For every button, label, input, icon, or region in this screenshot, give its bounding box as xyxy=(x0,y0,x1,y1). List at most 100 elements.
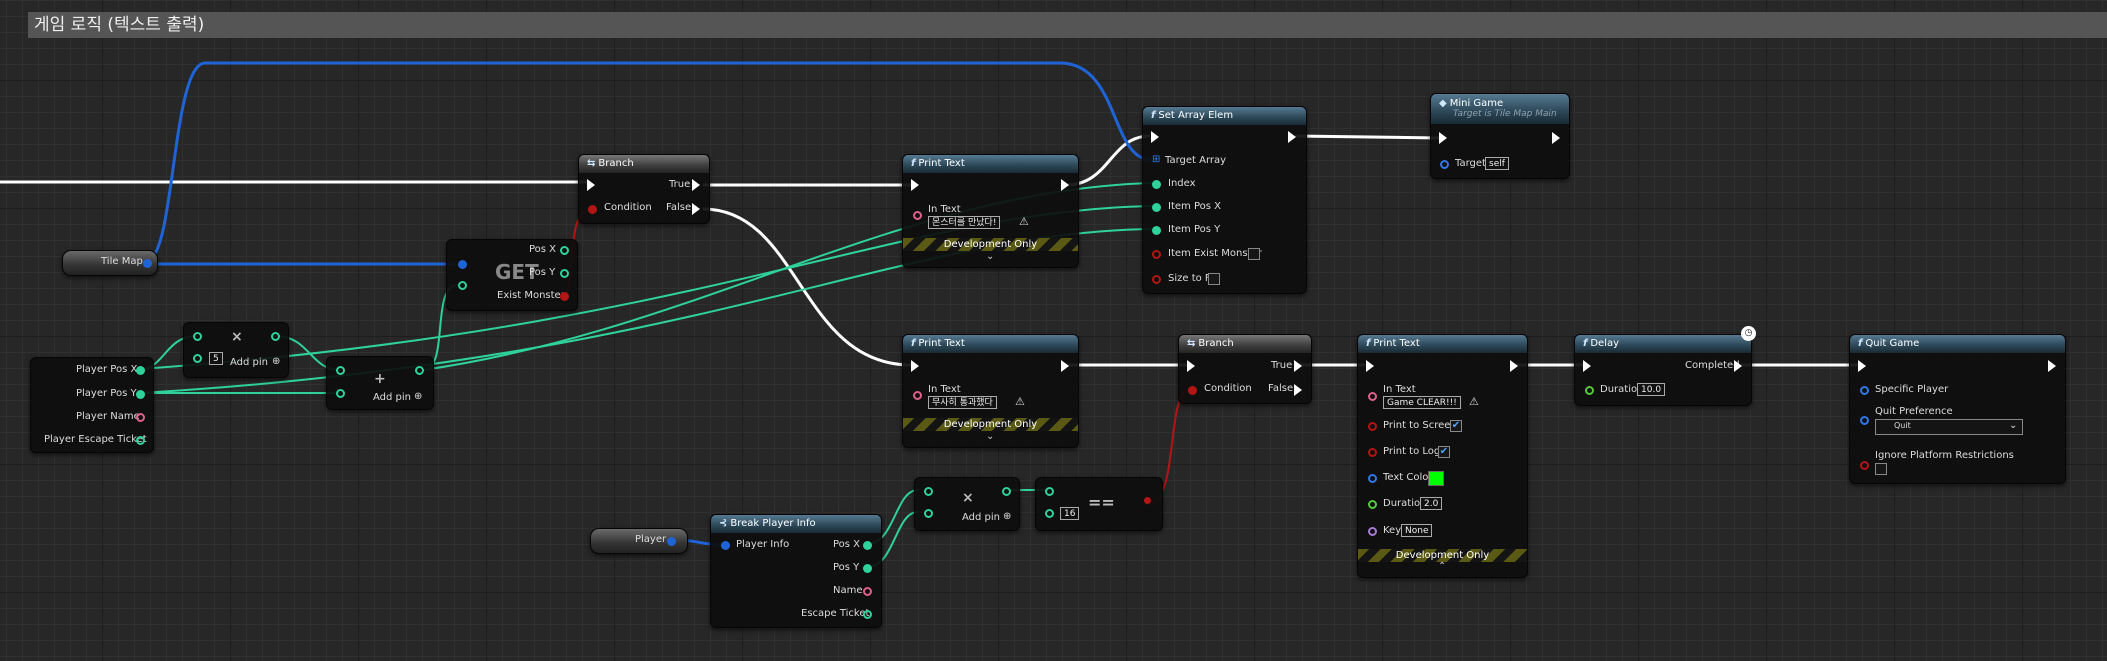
print2-in-text-pin[interactable] xyxy=(913,391,922,400)
equal-input-a-pin[interactable] xyxy=(1045,487,1054,496)
equal-output-pin[interactable] xyxy=(1144,497,1151,504)
break-name-pin[interactable] xyxy=(863,587,872,596)
delay-exec-in-pin[interactable] xyxy=(1583,360,1591,372)
set-array-size-checkbox[interactable] xyxy=(1208,273,1220,285)
quit-player-pin[interactable] xyxy=(1860,386,1869,395)
add-node[interactable]: + Add pin ⊕ xyxy=(326,356,434,410)
player-variable-node[interactable]: Player xyxy=(590,528,688,554)
mini-game-target-pin[interactable] xyxy=(1440,160,1449,169)
tile-map-output-pin[interactable] xyxy=(143,259,152,268)
equal-value-field[interactable]: 16 xyxy=(1060,507,1080,520)
multiply-input-b-pin[interactable] xyxy=(193,354,202,363)
quit-exec-out-pin[interactable] xyxy=(2048,360,2056,372)
add-input-b-pin[interactable] xyxy=(336,389,345,398)
print1-exec-in-pin[interactable] xyxy=(911,179,919,191)
add-output-pin[interactable] xyxy=(415,366,424,375)
break-player-info-pin[interactable] xyxy=(721,541,730,550)
print1-exec-out-pin[interactable] xyxy=(1061,179,1069,191)
print1-in-text-pin[interactable] xyxy=(913,211,922,220)
add-input-a-pin[interactable] xyxy=(336,366,345,375)
print3-screen-checkbox[interactable]: ✔ xyxy=(1450,420,1462,432)
multiply-output-pin[interactable] xyxy=(271,332,280,341)
mini-game-target-field[interactable]: self xyxy=(1485,157,1509,170)
add-add-pin-button[interactable]: Add pin xyxy=(373,392,411,403)
multiply-add-pin-button[interactable]: Add pin xyxy=(230,357,268,368)
set-array-elem-node[interactable]: f Set Array Elem ⊞ Target Array Index Ite… xyxy=(1142,106,1307,294)
player-name-pin[interactable] xyxy=(136,413,145,422)
set-array-index-pin[interactable] xyxy=(1152,180,1161,189)
array-get-node[interactable]: GET Pos X Pos Y Exist Monster xyxy=(446,239,578,311)
break-pos-y-pin[interactable] xyxy=(863,564,872,573)
print-text-node-1[interactable]: f Print Text In Text 몬스터를 만났다! ⚠ Developm… xyxy=(902,154,1079,268)
break-pos-x-pin[interactable] xyxy=(863,541,872,550)
get-array-pin[interactable] xyxy=(458,260,467,269)
branch1-false-pin[interactable] xyxy=(692,203,700,215)
set-array-size-pin[interactable] xyxy=(1152,275,1161,284)
print1-expand-icon[interactable]: ⌄ xyxy=(986,251,994,262)
multiply2-input-b-pin[interactable] xyxy=(924,509,933,518)
player-output-pin[interactable] xyxy=(667,537,676,546)
print2-expand-icon[interactable]: ⌄ xyxy=(986,431,994,442)
quit-game-node[interactable]: f Quit Game Specific Player Quit Preferen… xyxy=(1849,334,2066,484)
print3-in-text-pin[interactable] xyxy=(1368,392,1377,401)
print3-exec-out-pin[interactable] xyxy=(1510,360,1518,372)
print3-log-checkbox[interactable]: ✔ xyxy=(1438,446,1450,458)
set-array-exist-checkbox[interactable] xyxy=(1248,248,1260,260)
quit-pref-dropdown[interactable]: Quit ⌄ xyxy=(1875,419,2023,435)
branch-node-2[interactable]: ⇆ Branch True Condition False xyxy=(1178,334,1312,404)
branch2-condition-pin[interactable] xyxy=(1188,386,1197,395)
set-array-exec-in-pin[interactable] xyxy=(1151,131,1159,143)
print1-in-text-field[interactable]: 몬스터를 만났다! xyxy=(928,216,1001,229)
print3-duration-field[interactable]: 2.0 xyxy=(1420,497,1443,510)
mini-game-exec-in-pin[interactable] xyxy=(1439,132,1447,144)
break-player-info-node[interactable]: ⊰ Break Player Info Player Info Pos X Pos… xyxy=(710,514,882,628)
equal-input-b-pin[interactable] xyxy=(1045,509,1054,518)
player-pos-y-pin[interactable] xyxy=(136,390,145,399)
delay-duration-field[interactable]: 10.0 xyxy=(1637,383,1666,396)
print2-exec-out-pin[interactable] xyxy=(1061,360,1069,372)
delay-completed-pin[interactable] xyxy=(1734,360,1742,372)
set-array-exec-out-pin[interactable] xyxy=(1288,131,1296,143)
print3-in-text-field[interactable]: Game CLEAR!!! xyxy=(1383,396,1461,409)
print3-key-field[interactable]: None xyxy=(1401,524,1433,537)
multiply2-input-a-pin[interactable] xyxy=(924,487,933,496)
print3-color-pin[interactable] xyxy=(1368,474,1377,483)
print3-collapse-icon[interactable]: ⌃ xyxy=(1438,561,1446,572)
player-pos-node[interactable]: Player Pos X Player Pos Y Player Name Pl… xyxy=(30,357,154,453)
print3-duration-pin[interactable] xyxy=(1368,500,1377,509)
tile-map-variable-node[interactable]: Tile Map xyxy=(62,250,158,276)
set-array-pos-x-pin[interactable] xyxy=(1152,203,1161,212)
branch-node-1[interactable]: ⇆ Branch True Condition False xyxy=(578,154,710,224)
get-pos-x-pin[interactable] xyxy=(560,246,569,255)
multiply-node-2[interactable]: × Add pin ⊕ xyxy=(914,477,1020,531)
set-array-pos-y-pin[interactable] xyxy=(1152,226,1161,235)
print-text-node-2[interactable]: f Print Text In Text 무사히 통과했다 ⚠ Developme… xyxy=(902,334,1079,448)
branch2-exec-in-pin[interactable] xyxy=(1187,360,1195,372)
get-index-pin[interactable] xyxy=(458,281,467,290)
print2-exec-in-pin[interactable] xyxy=(911,360,919,372)
quit-ignore-pin[interactable] xyxy=(1860,461,1869,470)
set-array-exist-pin[interactable] xyxy=(1152,250,1161,259)
quit-exec-in-pin[interactable] xyxy=(1858,360,1866,372)
branch1-exec-in-pin[interactable] xyxy=(587,179,595,191)
print3-log-pin[interactable] xyxy=(1368,448,1377,457)
print-text-node-3[interactable]: f Print Text In Text Game CLEAR!!! ⚠ Prin… xyxy=(1357,334,1528,578)
quit-pref-pin[interactable] xyxy=(1860,416,1869,425)
print3-color-swatch[interactable] xyxy=(1428,471,1444,486)
print3-key-pin[interactable] xyxy=(1368,527,1377,536)
delay-duration-pin[interactable] xyxy=(1585,386,1594,395)
branch2-true-pin[interactable] xyxy=(1294,360,1302,372)
multiply-node[interactable]: 5 × Add pin ⊕ xyxy=(183,322,289,378)
branch1-true-pin[interactable] xyxy=(692,179,700,191)
multiply2-add-pin-button[interactable]: Add pin xyxy=(962,512,1000,523)
print2-in-text-field[interactable]: 무사히 통과했다 xyxy=(928,396,997,409)
multiply2-output-pin[interactable] xyxy=(1002,487,1011,496)
break-ticket-pin[interactable] xyxy=(863,610,872,619)
delay-node[interactable]: f Delay Completed Duration 10.0 xyxy=(1574,334,1752,406)
multiply-input-a-pin[interactable] xyxy=(193,332,202,341)
equal-node[interactable]: 16 == xyxy=(1035,477,1163,531)
quit-ignore-checkbox[interactable] xyxy=(1875,463,1887,475)
get-pos-y-pin[interactable] xyxy=(560,269,569,278)
player-ticket-pin[interactable] xyxy=(136,436,145,445)
branch2-false-pin[interactable] xyxy=(1294,384,1302,396)
